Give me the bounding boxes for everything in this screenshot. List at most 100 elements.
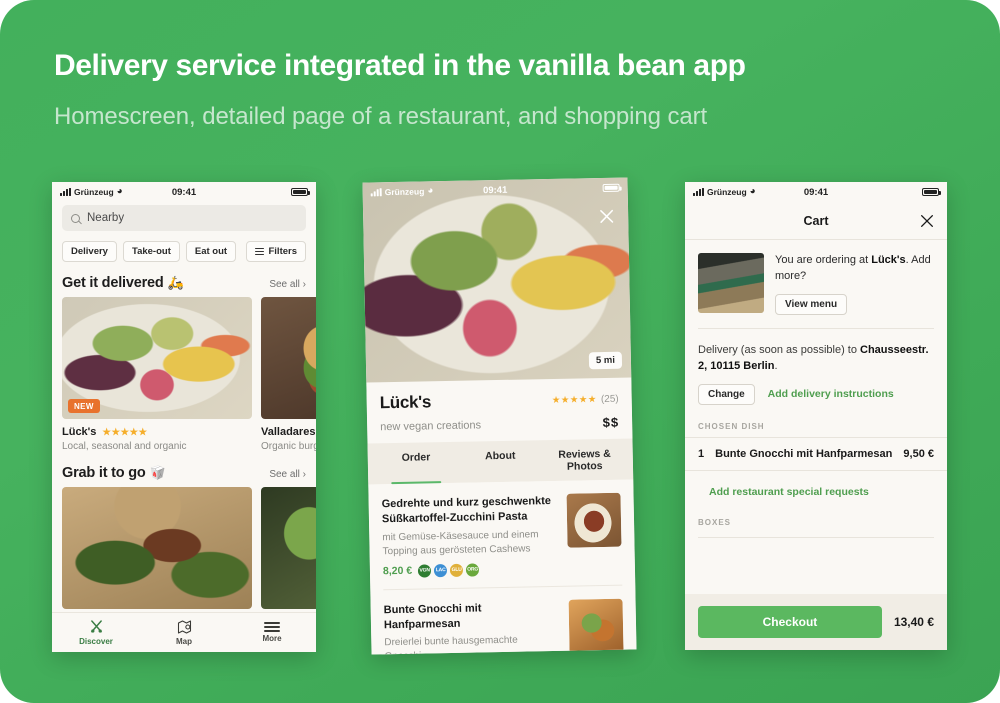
tab-label: Reviews & Photos: [558, 447, 611, 473]
status-bar-right: [291, 188, 310, 196]
delivery-text: Delivery (as soon as possible) to Chauss…: [698, 342, 934, 375]
view-menu-button[interactable]: View menu: [775, 293, 848, 315]
ordering-restaurant-name: Lück's: [871, 254, 906, 266]
star-rating: ★★★★★: [551, 393, 598, 406]
restaurant-name-row: Valladares: [261, 426, 316, 438]
menu-item[interactable]: Bunte Gnocchi mit Hanfparmesan Dreierlei…: [383, 585, 624, 655]
restaurant-card-pizza[interactable]: [62, 487, 252, 609]
restaurant-photo: [62, 487, 252, 609]
section-header-to-go: Grab it to go 🥡 See all ›: [52, 452, 316, 487]
tag-vegan-icon: VGN: [418, 564, 432, 578]
map-icon: [177, 620, 191, 634]
restaurant-photo: NEW: [62, 297, 252, 419]
menu-item-photo: [568, 598, 624, 654]
restaurant-card-valladares[interactable]: Valladares Organic burgers: [261, 297, 316, 452]
delivery-section: Delivery (as soon as possible) to Chauss…: [685, 328, 947, 418]
status-bar: Grünzeug ◕ 09:41: [685, 182, 947, 202]
restaurant-subtitle-row: new vegan creations $$: [380, 415, 619, 435]
search-icon: [71, 213, 80, 223]
tag-organic-icon: ORG: [466, 563, 480, 577]
restaurant-card-row-delivered: NEW Lück's ★★★★★ Local, seasonal and org…: [52, 297, 316, 452]
dish-quantity: 1: [698, 447, 705, 460]
restaurant-name: Lück's: [62, 426, 97, 438]
status-bar-right: [602, 183, 620, 192]
restaurant-name: Valladares: [261, 426, 316, 438]
status-bar-time: 09:41: [171, 186, 197, 198]
tag-gluten-icon: GLU: [450, 563, 464, 577]
status-bar: Grünzeug ◕ 09:41: [52, 182, 316, 202]
cutlery-icon: [90, 620, 102, 633]
section-title: Grab it to go: [62, 465, 146, 481]
restaurant-card-lucks[interactable]: NEW Lück's ★★★★★ Local, seasonal and org…: [62, 297, 252, 452]
special-requests-row: Add restaurant special requests: [685, 471, 947, 514]
chip-label: Filters: [268, 246, 297, 257]
chip-eat-out[interactable]: Eat out: [185, 241, 237, 262]
close-icon[interactable]: [919, 213, 935, 229]
chip-filters[interactable]: Filters: [246, 241, 306, 262]
status-bar-time: 09:41: [803, 186, 829, 198]
detail-tab-bar: Order About Reviews & Photos: [367, 438, 634, 485]
tab-more[interactable]: More: [228, 622, 316, 643]
restaurant-photo: [261, 487, 316, 609]
menu-item-body: Bunte Gnocchi mit Hanfparmesan Dreierlei…: [384, 600, 560, 654]
see-all-link-delivered[interactable]: See all ›: [269, 279, 306, 290]
slide-subheadline: Homescreen, detailed page of a restauran…: [54, 103, 708, 130]
cart-dish-row[interactable]: 1 Bunte Gnocchi mit Hanfparmesan 9,50 €: [685, 436, 947, 471]
tab-discover[interactable]: Discover: [52, 619, 140, 646]
checkout-button[interactable]: Checkout: [698, 606, 882, 638]
see-all-link-to-go[interactable]: See all ›: [269, 469, 306, 480]
section-title: Get it delivered: [62, 275, 164, 291]
tag-lactose-icon: LAC: [434, 563, 448, 577]
restaurant-description: Local, seasonal and organic: [62, 441, 187, 452]
add-special-requests-link[interactable]: Add restaurant special requests: [709, 486, 869, 498]
takeout-box-icon: 🥡: [149, 465, 166, 480]
status-bar-time: 09:41: [482, 184, 508, 196]
search-placeholder: Nearby: [87, 212, 125, 224]
tab-about[interactable]: About: [458, 440, 543, 483]
tab-label: Order: [401, 451, 431, 464]
menu-item-title: Gedrehte und kurz geschwenkte Süßkartoff…: [381, 495, 552, 526]
scooter-icon: 🛵: [167, 275, 184, 290]
restaurant-card-row-to-go: [52, 487, 316, 609]
tab-label: More: [262, 633, 282, 643]
price-level: $$: [602, 414, 620, 431]
search-input[interactable]: Nearby: [62, 205, 306, 231]
battery-icon: [602, 183, 620, 192]
restaurant-card-greens[interactable]: [261, 487, 316, 609]
hamburger-menu-icon: [264, 622, 280, 632]
tab-label: About: [484, 449, 516, 463]
tab-order[interactable]: Order: [374, 442, 459, 485]
restaurant-name-row: Lück's ★★★★★: [62, 426, 252, 438]
presentation-slide: Delivery service integrated in the vanil…: [0, 0, 1000, 703]
close-icon[interactable]: [598, 208, 615, 225]
menu-item-body: Gedrehte und kurz geschwenkte Süßkartoff…: [382, 494, 559, 578]
tab-reviews-photos[interactable]: Reviews & Photos: [542, 439, 627, 482]
change-address-button[interactable]: Change: [698, 383, 755, 405]
tab-map[interactable]: Map: [140, 619, 228, 646]
add-delivery-instructions-link[interactable]: Add delivery instructions: [768, 388, 894, 400]
menu-item[interactable]: Gedrehte und kurz geschwenkte Süßkartoff…: [381, 479, 623, 590]
boxes-section: BOXES: [685, 518, 947, 538]
chip-label: Delivery: [71, 246, 108, 257]
restaurant-header: Lück's ★★★★★ (25) new vegan creations $$: [366, 377, 633, 444]
ordering-prefix: You are ordering at: [775, 254, 872, 266]
status-bar-right: [922, 188, 941, 196]
chip-take-out[interactable]: Take-out: [122, 241, 180, 262]
chip-delivery[interactable]: Delivery: [62, 241, 117, 262]
review-count: (25): [600, 393, 619, 405]
menu-item-description: Dreierlei bunte hausgemachte Gnocchi,: [384, 635, 518, 654]
dish-price: 9,50 €: [903, 447, 934, 460]
status-bar: Grünzeug ◕ 09:41: [362, 177, 627, 202]
restaurant-photo: [261, 297, 316, 419]
restaurant-description: Organic burgers: [261, 441, 316, 452]
star-rating: ★★★★★: [102, 426, 148, 438]
ordering-body: You are ordering at Lück's. Add more? Vi…: [775, 253, 934, 315]
menu-item-photo: [566, 492, 622, 548]
chip-label: Eat out: [194, 246, 228, 257]
menu-item-price: 8,20 €: [382, 564, 413, 578]
battery-icon: [922, 188, 941, 196]
rating-group: ★★★★★ (25): [552, 393, 619, 405]
phone-mockup-restaurant-detail: Grünzeug ◕ 09:41 5 mi Lück's ★★★★★ (25): [362, 177, 637, 655]
phone-mockup-homescreen: Grünzeug ◕ 09:41 Nearby Delivery Take-ou…: [52, 182, 316, 652]
tab-label: Discover: [79, 637, 113, 646]
